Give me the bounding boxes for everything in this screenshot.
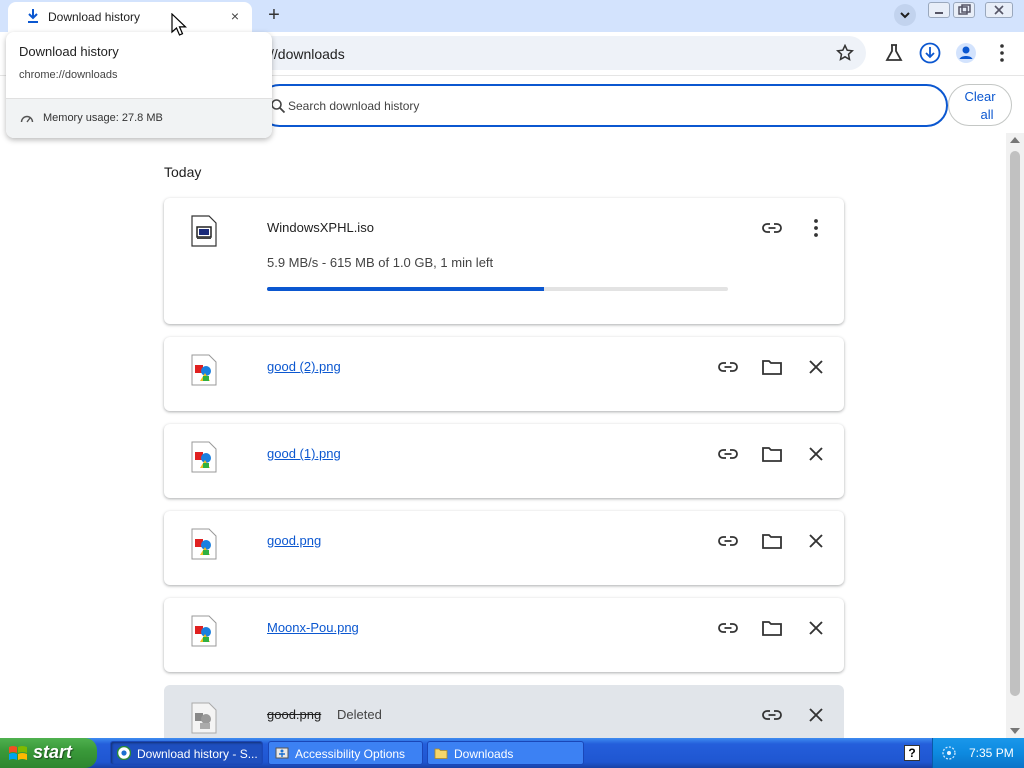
taskbar-item-chrome[interactable]: Download history - S... [110,741,263,765]
hover-card-title: Download history [19,44,119,59]
folder-icon[interactable] [760,616,784,640]
folder-icon [434,748,448,759]
iso-file-icon [191,215,217,247]
start-label: start [33,742,73,762]
download-item: good (1).png [164,424,844,498]
address-url: //downloads [270,46,345,62]
profile-icon[interactable] [955,42,977,64]
minimize-button[interactable] [928,2,950,18]
taskbar-item-downloads[interactable]: Downloads [427,741,584,765]
tab-search-icon[interactable] [894,4,916,26]
remove-icon[interactable] [804,442,828,466]
file-link[interactable]: good (2).png [267,359,341,374]
copy-link-icon[interactable] [716,616,740,640]
deleted-label: Deleted [337,707,382,722]
system-tray: 7:35 PM [932,738,1024,768]
search-bar[interactable] [258,84,948,127]
image-file-icon [191,354,217,386]
tab-hover-card: Download history chrome://downloads Memo… [6,32,272,138]
copy-link-icon[interactable] [716,529,740,553]
taskbar: start Download history - S... Accessibil… [0,738,1024,768]
remove-icon[interactable] [804,355,828,379]
windows-flag-icon [9,746,27,760]
tab-title: Download history [48,10,141,24]
folder-icon[interactable] [760,442,784,466]
taskbar-item-label: Download history - S... [137,747,258,761]
taskbar-item-label: Accessibility Options [295,747,406,761]
remove-icon[interactable] [804,529,828,553]
search-icon [271,99,286,114]
gauge-icon [20,115,34,123]
remove-icon[interactable] [804,616,828,640]
scrollbar-thumb[interactable] [1010,151,1020,696]
downloads-toolbar-icon[interactable] [919,42,941,64]
clear-all-button[interactable]: Clear all [948,84,1012,126]
scroll-up-arrow-icon[interactable] [1010,137,1020,143]
copy-link-icon[interactable] [716,442,740,466]
star-icon[interactable] [836,44,854,62]
restore-button[interactable] [953,2,975,18]
file-link[interactable]: Moonx-Pou.png [267,620,359,635]
clock[interactable]: 7:35 PM [969,746,1014,760]
help-icon[interactable]: ? [904,745,920,761]
more-actions-icon[interactable] [804,216,828,240]
chrome-icon [117,746,131,760]
download-item: good.png [164,511,844,585]
file-name: WindowsXPHL.iso [267,220,374,235]
close-icon[interactable]: × [226,7,244,25]
downloads-list: Today WindowsXPHL.iso 5.9 MB/s - 615 MB … [0,133,1006,738]
vertical-scrollbar[interactable] [1006,133,1024,738]
taskbar-item-accessibility[interactable]: Accessibility Options [268,741,423,765]
download-icon [28,9,38,23]
plus-icon[interactable]: + [262,4,286,26]
download-progress-fill [267,287,544,291]
memory-usage-text: Memory usage: 27.8 MB [43,112,163,124]
download-item-deleted: good.png Deleted [164,685,844,738]
image-file-icon [191,615,217,647]
image-file-icon [191,528,217,560]
file-link[interactable]: good.png [267,533,321,548]
clear-all-label-line1: Clear [964,89,996,104]
download-item: Moonx-Pou.png [164,598,844,672]
remove-icon[interactable] [804,703,828,727]
tab-download-history[interactable]: Download history × [8,2,252,32]
folder-icon[interactable] [760,355,784,379]
copy-link-icon[interactable] [760,703,784,727]
tab-strip: Download history × + [0,0,1024,32]
copy-link-icon[interactable] [716,355,740,379]
file-name-deleted: good.png [267,707,322,722]
network-icon[interactable] [941,745,957,761]
search-input[interactable] [288,96,908,116]
start-button[interactable]: start [0,738,97,768]
window-close-button[interactable] [985,2,1013,18]
download-progress-bar [267,287,728,291]
hover-card-url: chrome://downloads [19,69,118,81]
image-file-icon [191,441,217,473]
download-item: good (2).png [164,337,844,411]
mouse-cursor-icon [171,13,187,36]
file-link[interactable]: good (1).png [267,446,341,461]
taskbar-item-label: Downloads [454,747,514,761]
accessibility-icon [275,747,289,759]
download-item: WindowsXPHL.iso 5.9 MB/s - 615 MB of 1.0… [164,198,844,324]
scroll-down-arrow-icon[interactable] [1010,728,1020,734]
labs-flask-icon[interactable] [883,42,905,64]
section-title: Today [164,164,202,180]
clear-all-label-line2: all [980,107,994,122]
download-status: 5.9 MB/s - 615 MB of 1.0 GB, 1 min left [267,255,494,270]
image-file-icon [191,702,217,734]
hover-card-memory: Memory usage: 27.8 MB [6,98,272,138]
kebab-menu-icon[interactable] [991,42,1013,64]
address-bar[interactable]: //downloads [250,36,866,70]
folder-icon[interactable] [760,529,784,553]
copy-link-icon[interactable] [760,216,784,240]
